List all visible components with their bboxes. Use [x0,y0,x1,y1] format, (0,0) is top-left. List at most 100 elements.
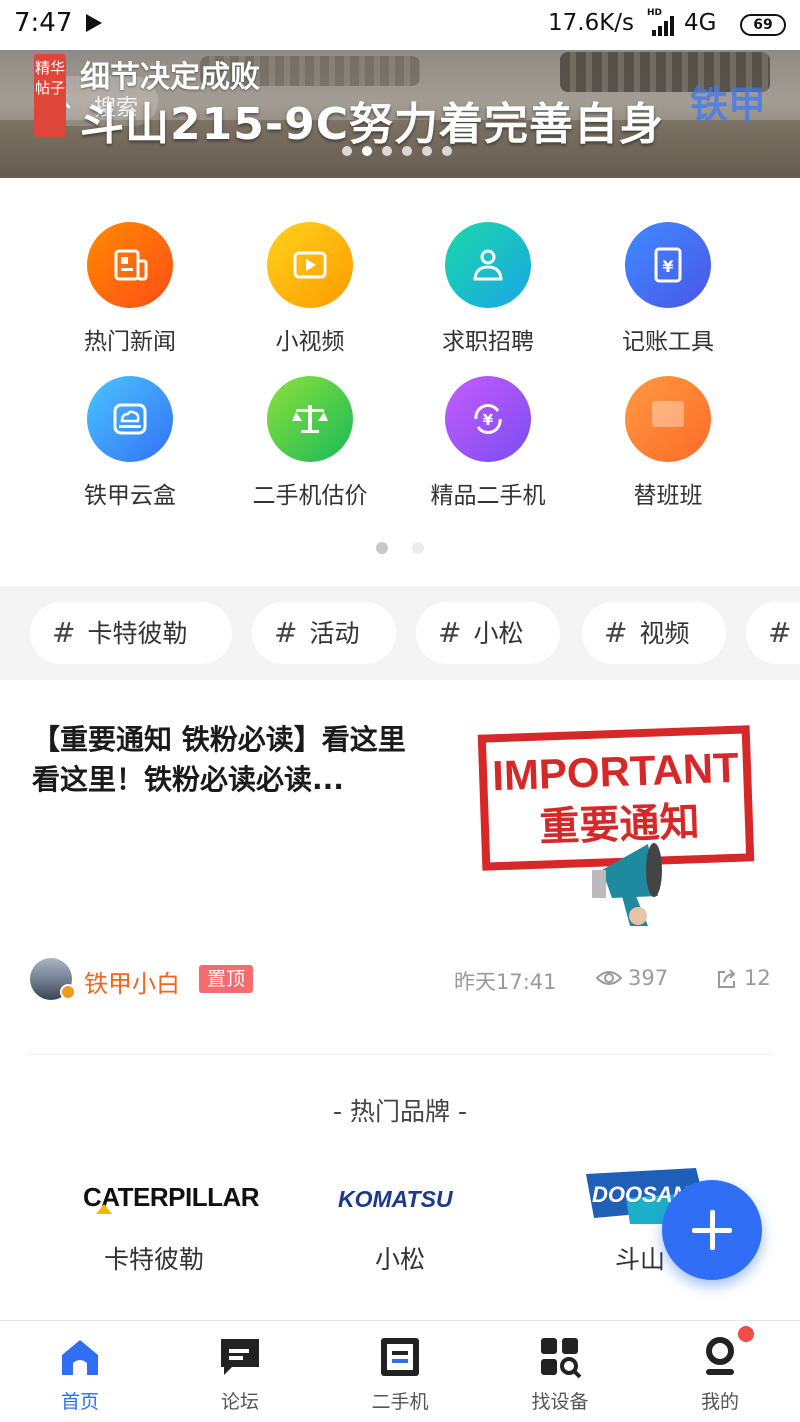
topic-tag[interactable]: # 活动 [252,602,396,664]
quick-menu-icon-circle[interactable] [625,376,711,462]
network-type: 4G [684,10,717,36]
share-count: 12 [744,966,771,990]
image-text-en: IMPORTANT [491,744,739,800]
battery-icon: 69 [740,14,786,36]
nav-label: 找设备 [531,1391,589,1413]
topic-tag[interactable]: # [746,602,800,664]
status-bar: 7:47 17.6K/s HD 4G 69 [0,0,800,50]
quick-menu-item[interactable]: 小视频 [220,222,400,356]
used-machine-icon [381,1338,419,1376]
nav-label: 首页 [60,1391,99,1413]
quick-menu-label: 替班班 [633,483,703,509]
home-icon [62,1340,98,1375]
cloud-box-icon [113,403,147,435]
hash-icon: # [438,616,462,649]
share-icon[interactable] [716,968,738,990]
quick-menu-icon-circle[interactable]: ¥ [445,376,531,462]
topic-tag[interactable]: # 卡特彼勒 [30,602,232,664]
verified-badge-icon [60,984,76,1000]
quick-menu-icon-circle[interactable] [267,222,353,308]
play-icon [86,14,102,32]
add-post-button[interactable] [662,1180,762,1280]
quick-menu-icon-circle[interactable] [267,376,353,462]
quick-menu-icon-circle[interactable] [445,222,531,308]
quick-menu-item[interactable]: ¥ 记账工具 [578,222,758,356]
topic-tag-strip: # 卡特彼勒 # 活动 # 小松 # 视频 # [0,586,800,680]
scale-icon [292,405,328,433]
nav-find-device[interactable]: 找设备 [480,1335,640,1414]
featured-tag: 精华帖子 [34,54,66,138]
banner-dot [342,146,352,156]
topic-tag-label: 小松 [473,619,524,648]
nav-label: 论坛 [220,1391,259,1413]
nav-used-machine[interactable]: 二手机 [320,1335,480,1414]
clock: 7:47 [14,8,73,38]
divider [30,1054,770,1055]
banner-title: 斗山215-9C努力着完善自身 [80,99,665,150]
svg-text:¥: ¥ [483,411,494,429]
quick-menu-icon-circle[interactable] [87,222,173,308]
banner-dot [382,146,392,156]
komatsu-logo[interactable]: KOMATSU [338,1186,453,1213]
important-notice-image: IMPORTANT 重要通知 [452,720,770,932]
eye-icon [596,971,622,985]
quick-menu-item[interactable]: 替班班 [578,376,758,510]
quick-menu-item[interactable]: ¥ 精品二手机 [398,376,578,510]
hash-icon: # [768,616,792,649]
article-thumbnail[interactable]: IMPORTANT 重要通知 [452,720,770,932]
topic-tag[interactable]: # 小松 [416,602,560,664]
quick-menu-label: 记账工具 [622,329,714,355]
substitute-icon [652,401,684,427]
notification-dot [738,1326,754,1342]
banner-dot [422,146,432,156]
chat-icon [221,1339,259,1375]
nav-label: 我的 [700,1391,739,1413]
nav-forum[interactable]: 论坛 [160,1335,320,1414]
author-name[interactable]: 铁甲小白 [84,964,180,999]
quick-menu-label: 小视频 [275,329,345,355]
brands-section-title: - 热门品牌 - [333,1097,467,1126]
quick-menu-label: 求职招聘 [442,329,534,355]
nav-home[interactable]: 首页 [0,1335,160,1414]
news-icon [114,249,148,281]
nav-profile[interactable]: 我的 [640,1335,800,1414]
brand-watermark: 铁甲 [690,83,767,127]
signal-icon [652,16,674,36]
quick-menu-icon-circle[interactable] [87,376,173,462]
svg-text:¥: ¥ [662,257,673,276]
menu-page-dot [412,542,424,554]
image-text-cn: 重要通知 [539,799,701,851]
topic-tag-label: 视频 [639,619,690,648]
quick-menu-item[interactable]: 二手机估价 [220,376,400,510]
pinned-badge: 置顶 [199,965,254,993]
quick-menu-item[interactable]: 铁甲云盒 [40,376,220,510]
quick-menu-label: 二手机估价 [252,483,368,509]
bottom-navigation: 首页 论坛 二手机 找设备 我的 [0,1320,800,1422]
quick-menu-label: 铁甲云盒 [84,483,176,509]
quick-menu-icon-circle[interactable]: ¥ [625,222,711,308]
quick-menu-item[interactable]: 热门新闻 [40,222,220,356]
yuan-exchange-icon: ¥ [474,404,502,434]
nav-label: 二手机 [371,1391,429,1413]
profile-icon [706,1337,734,1375]
hash-icon: # [604,616,628,649]
topic-tag[interactable]: # 视频 [582,602,726,664]
view-count: 397 [628,966,669,990]
person-icon [473,249,503,281]
ledger-icon: ¥ [654,247,682,283]
video-icon [293,251,327,279]
topic-tag-label: 活动 [309,619,360,648]
article-title[interactable]: 【重要通知 铁粉必读】看这里看这里！铁粉必读必读... [32,720,426,800]
hash-icon: # [52,616,76,649]
brand-name[interactable]: 卡特彼勒 [54,1240,254,1276]
top-banner[interactable]: 搜索 精华帖子 细节决定成败 斗山215-9C努力着完善自身 铁甲 [0,50,800,178]
topic-tag-label: 卡特彼勒 [87,619,188,648]
menu-page-dot-active [376,542,388,554]
banner-dot-active [362,146,372,156]
banner-dot [402,146,412,156]
brand-name[interactable]: 小松 [300,1240,500,1276]
quick-menu-label: 精品二手机 [430,483,546,509]
network-speed: 17.6K/s [548,10,635,36]
quick-menu-item[interactable]: 求职招聘 [398,222,578,356]
post-time: 昨天17:41 [454,970,557,994]
